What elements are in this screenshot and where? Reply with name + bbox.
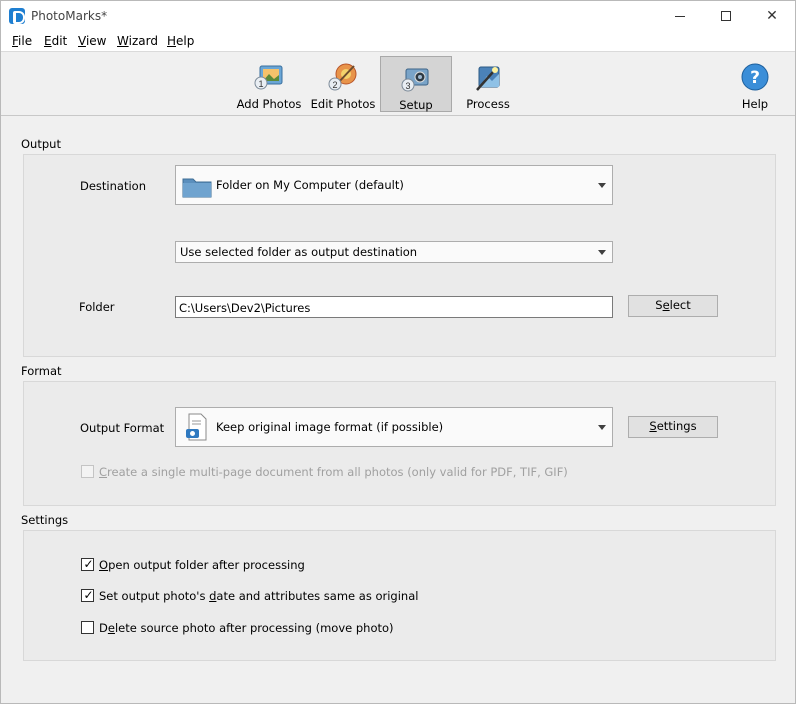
- destination-dropdown[interactable]: Folder on My Computer (default): [175, 165, 613, 205]
- svg-text:2: 2: [332, 80, 337, 90]
- process-button[interactable]: Process: [452, 56, 524, 112]
- maximize-button[interactable]: [703, 1, 749, 32]
- folder-label: Folder: [79, 300, 115, 314]
- add-photos-label: Add Photos: [236, 97, 302, 111]
- setup-label: Setup: [399, 98, 433, 112]
- maximize-icon: [721, 11, 731, 21]
- output-format-label: Output Format: [80, 421, 165, 435]
- format-group: Output Format Keep original image format…: [23, 381, 776, 506]
- image-format-icon: [186, 413, 207, 441]
- title-bar: PhotoMarks* ✕: [1, 1, 795, 32]
- process-label: Process: [466, 97, 510, 111]
- multipage-checkbox[interactable]: [81, 465, 94, 478]
- edit-photos-icon: 2: [328, 63, 357, 91]
- output-format-value: Keep original image format (if possible): [216, 420, 444, 434]
- help-label: Help: [741, 97, 769, 111]
- delete-source-label: Delete source photo after processing (mo…: [99, 621, 394, 635]
- settings-group: ✓ Open output folder after processing ✓ …: [23, 530, 776, 661]
- minimize-icon: [675, 15, 685, 17]
- setup-button[interactable]: 3 Setup: [380, 56, 452, 112]
- help-button[interactable]: ? Help: [719, 56, 791, 112]
- folder-mode-dropdown[interactable]: Use selected folder as output destinatio…: [175, 241, 613, 263]
- open-folder-label: Open output folder after processing: [99, 558, 305, 572]
- destination-label: Destination: [80, 179, 146, 193]
- help-icon: ?: [741, 63, 769, 91]
- minimize-button[interactable]: [657, 1, 703, 32]
- set-date-label: Set output photo's date and attributes s…: [99, 589, 419, 603]
- settings-section-title: Settings: [21, 513, 69, 527]
- format-settings-button[interactable]: Settings: [628, 416, 718, 438]
- folder-path-input[interactable]: C:\Users\Dev2\Pictures: [175, 296, 613, 318]
- toolbar: 1 Add Photos 2 Edit Photos 3 Setup Proce…: [1, 52, 795, 116]
- folder-icon: [182, 178, 212, 198]
- checkmark-icon: ✓: [83, 557, 94, 571]
- output-section-title: Output: [21, 137, 61, 151]
- add-photos-icon: 1: [254, 65, 283, 90]
- output-group: Destination Folder on My Computer (defau…: [23, 154, 776, 357]
- chevron-down-icon: [598, 425, 606, 430]
- chevron-down-icon: [598, 250, 606, 255]
- process-icon: [476, 66, 500, 91]
- close-icon: ✕: [766, 8, 778, 24]
- window-title: PhotoMarks*: [31, 9, 108, 23]
- folder-mode-value: Use selected folder as output destinatio…: [180, 245, 418, 259]
- destination-value: Folder on My Computer (default): [216, 178, 404, 192]
- edit-photos-label: Edit Photos: [310, 97, 376, 111]
- app-window: PhotoMarks* ✕ File Edit View Wizard Help…: [0, 0, 796, 704]
- menu-bar: File Edit View Wizard Help: [1, 32, 795, 52]
- delete-source-checkbox[interactable]: [81, 621, 94, 634]
- folder-path-value: C:\Users\Dev2\Pictures: [179, 301, 311, 315]
- menu-help[interactable]: Help: [167, 34, 194, 48]
- chevron-down-icon: [598, 183, 606, 188]
- select-folder-button[interactable]: Select: [628, 295, 718, 317]
- menu-view[interactable]: View: [78, 34, 106, 48]
- edit-photos-button[interactable]: 2 Edit Photos: [307, 56, 379, 112]
- close-button[interactable]: ✕: [749, 1, 795, 32]
- checkmark-icon: ✓: [83, 588, 94, 602]
- multipage-label: Create a single multi-page document from…: [99, 465, 568, 479]
- format-section-title: Format: [21, 364, 62, 378]
- add-photos-button[interactable]: 1 Add Photos: [233, 56, 305, 112]
- photomarks-logo-icon: [9, 8, 25, 24]
- menu-wizard[interactable]: Wizard: [117, 34, 158, 48]
- svg-text:3: 3: [405, 81, 410, 91]
- set-date-checkbox[interactable]: ✓: [81, 588, 94, 602]
- setup-icon: 3: [401, 68, 429, 92]
- output-format-dropdown[interactable]: Keep original image format (if possible): [175, 407, 613, 447]
- open-folder-checkbox[interactable]: ✓: [81, 557, 94, 571]
- menu-file[interactable]: File: [12, 34, 32, 48]
- menu-edit[interactable]: Edit: [44, 34, 67, 48]
- svg-text:1: 1: [258, 79, 263, 89]
- svg-text:?: ?: [750, 68, 760, 88]
